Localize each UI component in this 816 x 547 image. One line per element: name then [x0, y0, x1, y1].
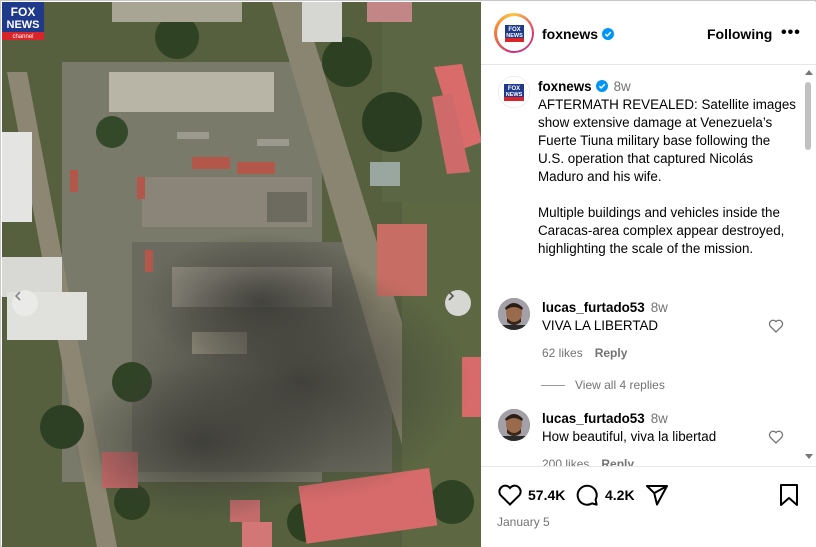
comment-time: 8w — [650, 300, 668, 315]
chevron-right-icon — [448, 291, 455, 301]
bookmark-icon[interactable] — [778, 483, 800, 507]
post-modal: FOX NEWS channel FOX NEWS foxnews Follow… — [0, 0, 816, 547]
comment-meta: 62 likes Reply — [542, 346, 627, 360]
comments-list[interactable]: FOX NEWS foxnews 8w AFTERMATH REVEALED: S… — [481, 66, 816, 466]
reply-button[interactable]: Reply — [601, 457, 634, 466]
heart-icon[interactable] — [768, 429, 784, 445]
post-actions-bar: 57.4K 4.2K January 5 — [481, 466, 816, 547]
svg-text:FOX: FOX — [11, 5, 36, 19]
svg-text:channel: channel — [12, 34, 33, 40]
caption-avatar[interactable]: FOX NEWS — [498, 76, 530, 108]
post-caption: foxnews 8w AFTERMATH REVEALED: Satellite … — [538, 78, 796, 258]
comment-text: VIVA LA LIBERTAD — [542, 318, 659, 333]
svg-text:NEWS: NEWS — [7, 19, 40, 31]
scroll-thumb[interactable] — [805, 82, 811, 150]
following-button[interactable]: Following — [707, 26, 772, 42]
scroll-up-arrow-icon[interactable] — [805, 70, 813, 75]
post-header: FOX NEWS foxnews Following ••• — [481, 2, 816, 65]
previous-image-button[interactable] — [12, 290, 38, 316]
commenter-avatar[interactable] — [498, 298, 530, 330]
next-image-button[interactable] — [445, 290, 471, 316]
satellite-image — [2, 2, 481, 547]
verified-badge-icon — [595, 80, 608, 92]
svg-text:NEWS: NEWS — [506, 92, 523, 98]
avatar-photo — [498, 298, 530, 330]
post-side-panel: FOX NEWS foxnews Following ••• FOX NEWS — [481, 2, 816, 547]
caption-username[interactable]: foxnews — [538, 79, 592, 94]
fox-news-logo-icon: FOX NEWS — [498, 17, 530, 49]
post-media[interactable]: FOX NEWS channel — [2, 2, 481, 547]
comments-count[interactable]: 4.2K — [605, 487, 635, 503]
reply-button[interactable]: Reply — [595, 346, 628, 360]
account-username[interactable]: foxnews — [542, 26, 598, 42]
post-date: January 5 — [497, 515, 550, 529]
verified-badge-icon — [602, 28, 615, 40]
comment-header: lucas_furtado53 8w — [542, 411, 668, 426]
account-avatar[interactable]: FOX NEWS — [494, 13, 534, 53]
fox-news-watermark-logo: FOX NEWS channel — [2, 2, 44, 40]
share-icon[interactable] — [645, 483, 669, 507]
comment-icon[interactable] — [575, 483, 599, 507]
scroll-down-arrow-icon[interactable] — [805, 454, 813, 459]
comment-header: lucas_furtado53 8w — [542, 300, 668, 315]
heart-icon[interactable] — [497, 483, 523, 507]
comment-likes[interactable]: 62 likes — [542, 346, 583, 360]
replies-divider — [541, 385, 565, 387]
comment-likes[interactable]: 200 likes — [542, 457, 589, 466]
view-replies-button[interactable]: View all 4 replies — [541, 378, 665, 392]
avatar-photo — [498, 409, 530, 441]
commenter-avatar[interactable] — [498, 409, 530, 441]
comment-meta: 200 likes Reply — [542, 457, 634, 466]
caption-paragraph-1: AFTERMATH REVEALED: Satellite images sho… — [538, 97, 796, 184]
commenter-username[interactable]: lucas_furtado53 — [542, 300, 645, 315]
comments-scrollbar[interactable] — [802, 68, 814, 468]
comment-text: How beautiful, viva la libertad — [542, 429, 717, 444]
svg-text:NEWS: NEWS — [506, 33, 523, 39]
comment-time: 8w — [650, 411, 668, 426]
view-replies-label: View all 4 replies — [575, 378, 665, 392]
likes-count[interactable]: 57.4K — [528, 487, 565, 503]
commenter-username[interactable]: lucas_furtado53 — [542, 411, 645, 426]
more-options-button[interactable]: ••• — [781, 24, 801, 42]
chevron-left-icon — [14, 291, 21, 301]
fox-news-logo-icon: FOX NEWS — [498, 76, 530, 108]
caption-paragraph-2: Multiple buildings and vehicles inside t… — [538, 205, 785, 256]
caption-time: 8w — [613, 79, 631, 94]
heart-icon[interactable] — [768, 318, 784, 334]
account-name[interactable]: foxnews — [542, 26, 615, 42]
